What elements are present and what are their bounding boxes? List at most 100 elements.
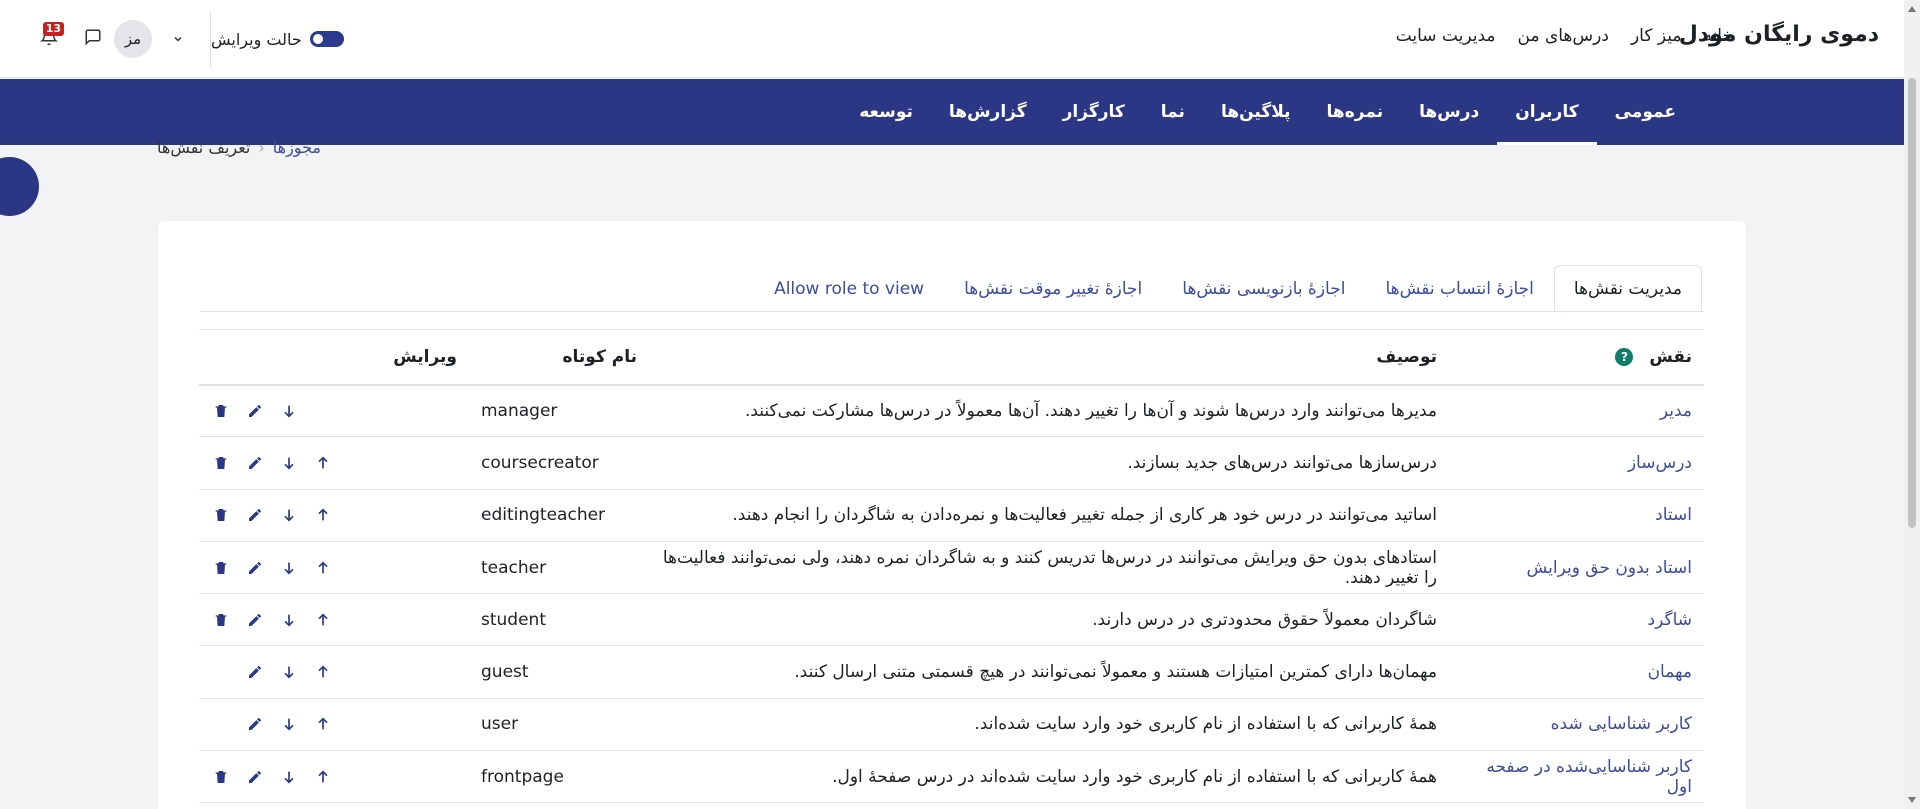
edit-mode-toggle[interactable]: حالت ویرایش [211, 30, 344, 49]
secnav-users[interactable]: کاربران [1497, 79, 1597, 145]
move-up-icon[interactable] [313, 610, 333, 630]
secnav-plugins[interactable]: پلاگین‌ها [1203, 79, 1309, 145]
role-description: شاگردان معمولاً حقوق محدودتری در درس دار… [649, 593, 1449, 647]
role-link[interactable]: درس‌ساز [1628, 453, 1692, 473]
edit-icon[interactable] [245, 558, 265, 578]
move-down-icon[interactable] [279, 505, 299, 525]
edit-icon[interactable] [245, 505, 265, 525]
user-menu-toggle[interactable] [170, 31, 186, 47]
messages-button[interactable] [78, 24, 108, 54]
user-avatar[interactable]: مز [114, 20, 152, 58]
scroll-up-arrow-icon[interactable] [1907, 4, 1917, 14]
secnav-courses[interactable]: درس‌ها [1401, 79, 1497, 145]
secnav-grades[interactable]: نمره‌ها [1309, 79, 1402, 145]
move-down-icon[interactable] [279, 453, 299, 473]
scroll-down-arrow-icon[interactable] [1907, 795, 1917, 805]
role-description: استادهای بدون حق ویرایش می‌توانند در درس… [649, 541, 1449, 595]
open-drawer-button[interactable] [0, 157, 39, 216]
tab-allow-override[interactable]: اجازهٔ بازنویسی نقش‌ها [1162, 265, 1365, 311]
move-up-icon[interactable] [313, 714, 333, 734]
edit-mode-switch[interactable] [309, 31, 344, 47]
move-up-icon[interactable] [313, 558, 333, 578]
role-description: درس‌سازها می‌توانند درس‌های جدید بسازند. [649, 436, 1449, 490]
role-name-cell: مهمان [1449, 645, 1704, 699]
role-actions-cell [199, 384, 469, 438]
header-role: نقش ? [1449, 329, 1704, 386]
move-up-icon[interactable] [313, 662, 333, 682]
notifications-button[interactable]: 13 [34, 22, 64, 54]
edit-icon[interactable] [245, 401, 265, 421]
role-name-cell: کاربر شناسایی شده [1449, 698, 1704, 752]
role-link[interactable]: استاد بدون حق ویرایش [1526, 558, 1692, 578]
tab-allow-switch[interactable]: اجازهٔ تغییر موقت نقش‌ها [944, 265, 1162, 311]
edit-icon[interactable] [245, 662, 265, 682]
edit-icon[interactable] [245, 610, 265, 630]
scrollbar-thumb[interactable] [1908, 78, 1916, 528]
delete-icon[interactable] [211, 505, 231, 525]
delete-icon[interactable] [211, 610, 231, 630]
role-shortname: frontpage [469, 750, 649, 804]
secnav-appearance[interactable]: نما [1143, 79, 1203, 145]
primary-nav-home[interactable]: خانه [1703, 26, 1733, 46]
table-row: شاگرد شاگردان معمولاً حقوق محدودتری در د… [199, 593, 1704, 647]
secondary-nav: عمومی کاربران درس‌ها نمره‌ها پلاگین‌ها ن… [0, 79, 1904, 145]
notification-count-badge: 13 [42, 22, 64, 36]
edit-icon[interactable] [245, 453, 265, 473]
secnav-general[interactable]: عمومی [1597, 79, 1694, 145]
role-link[interactable]: استاد [1655, 505, 1692, 525]
tabs-divider [200, 311, 1704, 312]
role-link[interactable]: کاربر شناسایی‌شده در صفحه اول [1486, 757, 1692, 797]
help-icon[interactable]: ? [1615, 347, 1634, 366]
delete-icon[interactable] [211, 767, 231, 787]
tab-manage-roles[interactable]: مدیریت نقش‌ها [1553, 265, 1702, 312]
breadcrumb: مجوزها ‹ تعریف نقش‌ها [157, 138, 321, 157]
role-link[interactable]: مهمان [1648, 662, 1692, 682]
breadcrumb-permissions[interactable]: مجوزها [273, 138, 321, 157]
table-header-row: نقش ? توصیف نام کوتاه ویرایش [199, 329, 1704, 386]
delete-icon[interactable] [211, 453, 231, 473]
table-row: مدیر مدیرها می‌توانند وارد درس‌ها شوند و… [199, 384, 1704, 438]
table-row: استاد بدون حق ویرایش استادهای بدون حق وی… [199, 541, 1704, 595]
secnav-reports[interactable]: گزارش‌ها [931, 79, 1045, 145]
move-down-icon[interactable] [279, 401, 299, 421]
role-name-cell: کاربر شناسایی‌شده در صفحه اول [1449, 750, 1704, 804]
tab-allow-assign[interactable]: اجازهٔ انتساب نقش‌ها [1365, 265, 1553, 311]
move-up-icon[interactable] [313, 453, 333, 473]
secnav-server[interactable]: کارگزار [1045, 79, 1143, 145]
primary-nav-dashboard[interactable]: میز کار [1631, 26, 1682, 46]
delete-icon[interactable] [211, 401, 231, 421]
move-down-icon[interactable] [279, 558, 299, 578]
primary-nav: خانه میز کار درس‌های من مدیریت سایت [1396, 26, 1733, 46]
role-actions-cell [199, 489, 469, 542]
move-down-icon[interactable] [279, 767, 299, 787]
role-name-cell: درس‌ساز [1449, 436, 1704, 490]
tab-allow-view[interactable]: Allow role to view [754, 265, 944, 311]
table-row: استاد اساتید می‌توانند در درس خود هر کار… [199, 489, 1704, 542]
role-link[interactable]: کاربر شناسایی شده [1551, 714, 1692, 734]
move-down-icon[interactable] [279, 714, 299, 734]
move-up-icon[interactable] [313, 505, 333, 525]
primary-nav-site-admin[interactable]: مدیریت سایت [1396, 26, 1496, 46]
role-description: همهٔ کاربرانی که با استفاده از نام کاربر… [649, 698, 1449, 752]
move-up-icon[interactable] [313, 767, 333, 787]
role-link[interactable]: شاگرد [1648, 610, 1692, 630]
primary-nav-my-courses[interactable]: درس‌های من [1518, 26, 1609, 46]
breadcrumb-separator-icon: ‹ [258, 138, 265, 157]
chevron-down-icon [172, 30, 184, 49]
move-down-icon[interactable] [279, 662, 299, 682]
edit-icon[interactable] [245, 714, 265, 734]
role-shortname: student [469, 593, 649, 647]
page-scrollbar[interactable] [1904, 0, 1920, 809]
breadcrumb-current: تعریف نقش‌ها [157, 138, 251, 157]
navbar-divider [210, 11, 211, 67]
chat-bubble-icon [84, 28, 102, 50]
edit-mode-label: حالت ویرایش [211, 29, 302, 49]
move-down-icon[interactable] [279, 610, 299, 630]
header-shortname: نام کوتاه [469, 329, 649, 386]
edit-icon[interactable] [245, 767, 265, 787]
role-link[interactable]: مدیر [1660, 401, 1692, 421]
delete-icon[interactable] [211, 558, 231, 578]
table-row: کاربر شناسایی‌شده در صفحه اول همهٔ کاربر… [199, 750, 1704, 804]
secnav-development[interactable]: توسعه [841, 79, 931, 145]
role-actions-cell [199, 541, 469, 595]
